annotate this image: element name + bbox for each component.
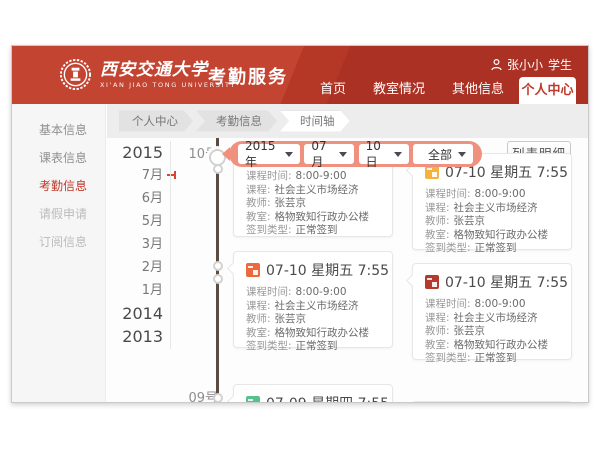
sidebar-item-basic-info[interactable]: 基本信息 — [12, 116, 105, 144]
attendance-type-icon — [246, 263, 260, 277]
attendance-card: 07-10 星期五 7:55 课程时间:8:00-9:00 课程:社会主义市场经… — [412, 263, 572, 360]
timeline-month-5[interactable]: 5月 — [119, 210, 163, 233]
signin-type: 正常签到 — [475, 242, 517, 254]
chevron-down-icon — [339, 152, 347, 157]
classroom-name: 格物致知行政办公楼 — [454, 339, 549, 351]
signin-type: 正常签到 — [296, 224, 338, 236]
nav-home[interactable]: 首页 — [320, 78, 346, 97]
user-icon — [491, 59, 502, 71]
course-name: 社会主义市场经济 — [454, 202, 538, 214]
type-select[interactable]: 全部 — [413, 144, 473, 164]
timeline-month-1[interactable]: 1月 — [119, 279, 163, 302]
attendance-type-icon — [425, 165, 439, 179]
sidebar: 基本信息 课表信息 考勤信息 请假申请 订阅信息 — [12, 104, 106, 402]
current-month-marker — [167, 174, 175, 176]
classroom-name: 格物致知行政办公楼 — [275, 211, 370, 223]
course-name: 社会主义市场经济 — [454, 312, 538, 324]
university-emblem-icon — [59, 58, 92, 91]
teacher-name: 张芸京 — [454, 215, 486, 227]
sidebar-item-attendance-info[interactable]: 考勤信息 — [12, 172, 105, 200]
breadcrumb-timeline[interactable]: 时间轴 — [280, 111, 350, 132]
user-role: 学生 — [548, 56, 572, 73]
app-title: 考勤服务 — [208, 63, 288, 89]
timeline-month-6[interactable]: 6月 — [119, 187, 163, 210]
day-select[interactable]: 10日 — [359, 144, 409, 164]
sidebar-item-leave-request[interactable]: 请假申请 — [12, 200, 105, 228]
rail-separator — [170, 141, 171, 349]
main-nav: 首页 教室情况 其他信息 — [320, 78, 504, 97]
timeline-node — [213, 393, 223, 403]
attendance-type-icon — [425, 275, 439, 289]
classroom-name: 格物致知行政办公楼 — [454, 229, 549, 241]
card-date: 07-10 星期五 7:55 — [266, 260, 389, 280]
course-time: 8:00-9:00 — [475, 188, 526, 200]
signin-type: 正常签到 — [296, 340, 338, 352]
year-select[interactable]: 2015年 — [238, 144, 300, 164]
chevron-down-icon — [394, 152, 402, 157]
breadcrumb-attendance-info[interactable]: 考勤信息 — [196, 111, 277, 132]
timeline-year-2014[interactable]: 2014 — [119, 302, 163, 325]
teacher-name: 张芸京 — [454, 325, 486, 337]
nav-personal-center-active-tab[interactable]: 个人中心 — [519, 77, 576, 104]
breadcrumb-personal-center[interactable]: 个人中心 — [119, 111, 193, 132]
breadcrumb: 个人中心 考勤信息 时间轴 — [107, 104, 588, 138]
timeline-year-2013[interactable]: 2013 — [119, 325, 163, 348]
month-select[interactable]: 07月 — [304, 144, 354, 164]
attendance-card — [412, 401, 572, 403]
classroom-name: 格物致知行政办公楼 — [275, 327, 370, 339]
app-window: 西安交通大学 XI'AN JIAO TONG UNIVERSITY 考勤服务 张… — [11, 45, 589, 403]
timeline-year-2015[interactable]: 2015 — [119, 141, 163, 164]
sidebar-item-subscription-info[interactable]: 订阅信息 — [12, 228, 105, 256]
timeline-month-7[interactable]: 7月 — [119, 164, 163, 187]
nav-classroom[interactable]: 教室情况 — [373, 78, 425, 97]
date-filter-bar: 2015年 07月 10日 全部 — [229, 141, 482, 167]
teacher-name: 张芸京 — [275, 313, 307, 325]
timeline-year-list: 2015 7月 6月 5月 3月 2月 1月 2014 2013 — [119, 141, 163, 348]
user-info[interactable]: 张小小 学生 — [491, 56, 572, 73]
course-name: 社会主义市场经济 — [275, 184, 359, 196]
page: 西安交通大学 XI'AN JIAO TONG UNIVERSITY 考勤服务 张… — [0, 0, 600, 450]
card-date: 07-10 星期五 7:55 — [445, 272, 568, 292]
timeline-node — [213, 164, 223, 174]
timeline-node — [213, 261, 223, 271]
course-time: 8:00-9:00 — [296, 286, 347, 298]
timeline-month-3[interactable]: 3月 — [119, 233, 163, 256]
timeline-node — [213, 274, 223, 284]
chevron-down-icon — [458, 152, 466, 157]
attendance-card: 07-09 星期四 7:55 — [233, 384, 393, 403]
attendance-card: 07-10 星期五 7:55 课程时间:8:00-9:00 课程:社会主义市场经… — [412, 153, 572, 250]
nav-other-info[interactable]: 其他信息 — [452, 78, 504, 97]
chevron-down-icon — [285, 152, 293, 157]
timeline-month-2[interactable]: 2月 — [119, 256, 163, 279]
teacher-name: 张芸京 — [275, 197, 307, 209]
sidebar-item-schedule-info[interactable]: 课表信息 — [12, 144, 105, 172]
course-name: 社会主义市场经济 — [275, 300, 359, 312]
app-header: 西安交通大学 XI'AN JIAO TONG UNIVERSITY 考勤服务 张… — [12, 46, 588, 104]
user-name: 张小小 — [507, 56, 543, 73]
card-date: 07-09 星期四 7:55 — [266, 393, 389, 403]
attendance-type-icon — [246, 396, 260, 403]
course-time: 8:00-9:00 — [475, 298, 526, 310]
signin-type: 正常签到 — [475, 352, 517, 364]
attendance-card: 07-10 星期五 7:55 课程时间:8:00-9:00 课程:社会主义市场经… — [233, 251, 393, 348]
course-time: 8:00-9:00 — [296, 170, 347, 182]
